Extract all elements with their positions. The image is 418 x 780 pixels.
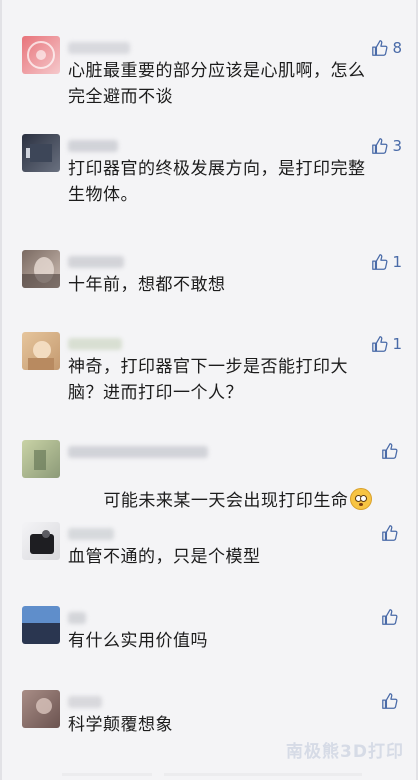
comment-item: 有什么实用价值吗 (2, 606, 418, 686)
thumbs-up-icon (382, 443, 398, 459)
like-count: 3 (392, 137, 402, 155)
username-blurred[interactable] (68, 140, 118, 152)
like-count: 8 (392, 39, 402, 57)
thumbs-up-icon (382, 525, 398, 541)
avatar[interactable] (22, 36, 60, 74)
like-count: 1 (392, 253, 402, 271)
comment-text: 有什么实用价值吗 (68, 631, 208, 651)
username-blurred[interactable] (68, 256, 124, 268)
bottom-edge-bar (62, 773, 362, 776)
comment-item: 血管不通的，只是个模型 (2, 522, 418, 602)
like-button[interactable]: 1 (371, 252, 402, 272)
like-button[interactable] (381, 608, 402, 626)
username-blurred[interactable] (68, 696, 102, 708)
avatar[interactable] (22, 332, 60, 370)
like-button[interactable] (381, 692, 402, 710)
thumbs-up-icon (382, 609, 398, 625)
comment-text: 十年前，想都不敢想 (68, 275, 226, 295)
thumbs-up-icon (372, 336, 388, 352)
comment-text: 打印器官的终极发展方向，是打印完整生物体。 (68, 159, 366, 205)
comment-text: 血管不通的，只是个模型 (68, 547, 261, 567)
like-button[interactable]: 3 (371, 136, 402, 156)
avatar[interactable] (22, 440, 60, 478)
like-button[interactable] (381, 442, 402, 460)
like-button[interactable]: 8 (371, 38, 402, 58)
username-blurred[interactable] (68, 338, 122, 350)
username-blurred[interactable] (68, 528, 114, 540)
comment-item: 可能未来某一天会出现打印生命 (2, 440, 418, 520)
comment-text: 科学颠覆想象 (68, 715, 173, 735)
like-button[interactable] (381, 524, 402, 542)
username-blurred[interactable] (68, 42, 130, 54)
comment-item: 1 十年前，想都不敢想 (2, 250, 418, 330)
like-count: 1 (392, 335, 402, 353)
comment-text-content: 可能未来某一天会出现打印生命 (103, 491, 349, 511)
avatar[interactable] (22, 134, 60, 172)
username-blurred[interactable] (68, 446, 208, 458)
watermark: 南极熊3D打印 (286, 742, 404, 762)
avatar[interactable] (22, 250, 60, 288)
comment-item: 8 心脏最重要的部分应该是心肌啊，怎么完全避而不谈 (2, 36, 418, 116)
comment-text: 心脏最重要的部分应该是心肌啊，怎么完全避而不谈 (68, 61, 366, 107)
username-blurred[interactable] (68, 612, 86, 624)
thumbs-up-icon (382, 693, 398, 709)
comment-text: 神奇，打印器官下一步是否能打印大脑？进而打印一个人？ (68, 357, 348, 403)
comments-panel: 8 心脏最重要的部分应该是心肌啊，怎么完全避而不谈 3 打印器官的终极发展方向，… (0, 0, 418, 780)
thumbs-up-icon (372, 254, 388, 270)
thumbs-up-icon (372, 138, 388, 154)
avatar[interactable] (22, 690, 60, 728)
flushed-face-emoji (350, 488, 373, 510)
avatar[interactable] (22, 606, 60, 644)
comment-item: 3 打印器官的终极发展方向，是打印完整生物体。 (2, 134, 418, 214)
thumbs-up-icon (372, 40, 388, 56)
like-button[interactable]: 1 (371, 334, 402, 354)
comment-item: 1 神奇，打印器官下一步是否能打印大脑？进而打印一个人？ (2, 332, 418, 412)
avatar[interactable] (22, 522, 60, 560)
